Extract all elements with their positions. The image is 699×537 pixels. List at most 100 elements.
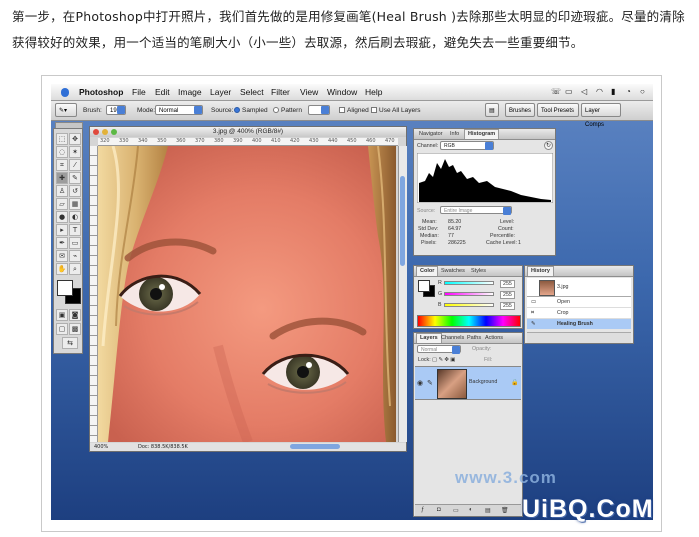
layer-row-background[interactable]: ◉ ✎ Background 🔒 [415,366,521,400]
lasso-tool-icon[interactable]: ◌ [56,146,68,158]
jump-to-imageready-icon[interactable]: ⇆ [62,337,78,349]
history-brush-tool-icon[interactable]: ↺ [69,185,81,197]
red-value[interactable]: 255 [500,280,515,288]
well-tab-layer-comps[interactable]: Layer Comps [581,103,621,128]
history-step-row[interactable]: ▭ Open [527,297,631,308]
menu-edit[interactable]: Edit [155,87,170,97]
screen-mode-standard-icon[interactable]: ▢ [56,323,68,335]
zoom-level[interactable]: 400% [94,443,108,451]
gradient-tool-icon[interactable]: ▦ [69,198,81,210]
refresh-icon[interactable]: ↻ [544,141,553,150]
menu-filter[interactable]: Filter [271,87,290,97]
close-button[interactable] [93,129,99,135]
red-slider[interactable] [444,281,494,285]
vertical-scroll-thumb[interactable] [400,176,405,266]
path-selection-tool-icon[interactable]: ▸ [56,224,68,236]
new-layer-icon[interactable]: ▤ [485,507,491,514]
healing-brush-preset-icon[interactable]: ✎▾ [55,103,77,117]
display-icon[interactable]: ▭ [565,87,573,96]
vertical-scrollbar[interactable] [398,146,407,442]
document-title-bar[interactable]: 3.jpg @ 400% (RGB/8#) [90,127,406,137]
layer-brush-icon[interactable]: ✎ [427,379,433,387]
spotlight-icon[interactable]: ○ [640,87,645,96]
use-all-layers-checkbox[interactable] [371,107,377,113]
pen-tool-icon[interactable]: ✒ [56,237,68,249]
pattern-picker[interactable] [308,105,330,115]
menu-select[interactable]: Select [240,87,264,97]
tab-channels[interactable]: Channels [438,334,467,342]
well-tab-tool-presets[interactable]: Tool Presets [537,103,579,117]
wifi-icon[interactable]: ◠ [596,87,603,96]
dodge-tool-icon[interactable]: ◐ [69,211,81,223]
apple-icon[interactable] [61,88,69,97]
menu-image[interactable]: Image [178,87,202,97]
clock-icon[interactable]: ◔ [626,87,631,96]
move-tool-icon[interactable]: ✥ [69,133,81,145]
tab-info[interactable]: Info [447,130,462,138]
layer-visibility-eye-icon[interactable]: ◉ [417,379,423,387]
adjustment-layer-icon[interactable]: ◐ [469,507,473,513]
eraser-tool-icon[interactable]: ▱ [56,198,68,210]
battery-icon[interactable]: ▮ [611,87,615,96]
well-tab-brushes[interactable]: Brushes [505,103,535,117]
screen-mode-full-icon[interactable]: ▩ [69,323,81,335]
marquee-tool-icon[interactable]: ⬚ [56,133,68,145]
tab-history[interactable]: History [527,266,554,276]
tab-actions[interactable]: Actions [482,334,506,342]
history-snapshot-row[interactable]: 3.jpg [527,278,631,297]
blend-mode-select[interactable]: Normal [417,345,461,354]
standard-mode-icon[interactable]: ▣ [56,309,68,321]
layer-mask-icon[interactable]: ◘ [437,507,441,513]
green-slider[interactable] [444,292,494,296]
mode-select[interactable]: Normal [155,105,203,115]
color-spectrum-ramp[interactable] [417,315,521,327]
blue-slider[interactable] [444,303,494,307]
zoom-button[interactable] [111,129,117,135]
menu-layer[interactable]: Layer [210,87,231,97]
eyedropper-tool-icon[interactable]: ⌁ [69,250,81,262]
sampled-radio[interactable] [234,107,240,113]
color-foreground-swatch[interactable] [418,280,430,292]
foreground-color-swatch[interactable] [57,280,73,296]
magic-wand-tool-icon[interactable]: ✶ [69,146,81,158]
notes-tool-icon[interactable]: ✉ [56,250,68,262]
slice-tool-icon[interactable]: ⁄ [69,159,81,171]
crop-tool-icon[interactable]: ⌗ [56,159,68,171]
file-browser-icon[interactable]: ▤ [485,103,499,117]
menu-file[interactable]: File [132,87,146,97]
new-set-icon[interactable]: ▭ [453,507,459,514]
trash-icon[interactable]: 🗑 [501,507,509,514]
tab-navigator[interactable]: Navigator [416,130,446,138]
history-step-row[interactable]: ⌗ Crop [527,308,631,319]
minimize-button[interactable] [102,129,108,135]
clone-stamp-tool-icon[interactable]: ♙ [56,185,68,197]
brush-size-picker[interactable]: 19 [106,105,126,115]
aligned-checkbox[interactable] [339,107,345,113]
brush-tool-icon[interactable]: ✎ [69,172,81,184]
menu-window[interactable]: Window [327,87,357,97]
type-tool-icon[interactable]: T [69,224,81,236]
zoom-tool-icon[interactable]: ⌕ [69,263,81,275]
photo-canvas[interactable] [98,146,396,442]
phone-icon[interactable]: ☏ [551,87,561,96]
history-step-row-active[interactable]: ✎ Healing Brush [527,319,631,329]
hand-tool-icon[interactable]: ✋ [56,263,68,275]
tab-histogram[interactable]: Histogram [464,129,500,139]
layer-style-icon[interactable]: ƒ [421,507,424,513]
menu-help[interactable]: Help [365,87,382,97]
doc-size-info[interactable]: Doc: 838.5K/838.5K [138,443,188,451]
lock-icons[interactable]: ▢ ✎ ✥ ▣ [432,357,455,363]
tab-swatches[interactable]: Swatches [438,267,468,275]
blue-value[interactable]: 255 [500,302,515,310]
source-select[interactable]: Entire Image [440,206,512,215]
quick-mask-mode-icon[interactable]: ◙ [69,309,81,321]
tab-styles[interactable]: Styles [468,267,489,275]
pattern-radio[interactable] [273,107,279,113]
volume-icon[interactable]: ◁ [581,87,587,96]
menu-view[interactable]: View [300,87,318,97]
horizontal-scroll-thumb[interactable] [290,444,340,449]
blur-tool-icon[interactable]: ● [56,211,68,223]
tab-color[interactable]: Color [416,266,439,276]
healing-brush-tool-icon[interactable]: ✚ [56,172,68,184]
app-menu[interactable]: Photoshop [79,87,123,97]
